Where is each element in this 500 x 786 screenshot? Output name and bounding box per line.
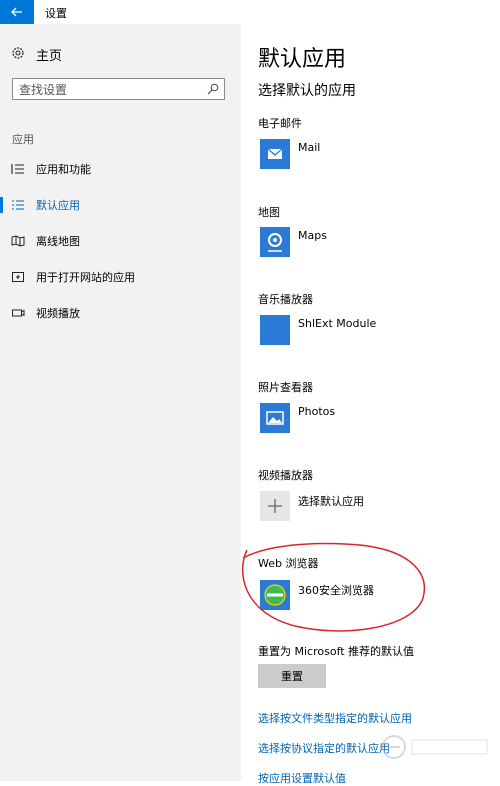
app-name: Mail [298, 141, 321, 154]
category-label-music: 音乐播放器 [258, 293, 313, 306]
map-icon [11, 235, 25, 247]
app-name: 选择默认应用 [298, 495, 364, 508]
default-app-photos[interactable]: Photos [258, 403, 488, 439]
sidebar-item-label: 视频播放 [36, 307, 80, 320]
video-icon [12, 309, 25, 317]
sidebar-item-label: 应用和功能 [36, 163, 91, 176]
default-app-maps[interactable]: Maps [258, 227, 488, 263]
watermark-logo [382, 735, 488, 759]
link-by-app[interactable]: 按应用设置默认值 [258, 770, 346, 786]
sidebar-item-label: 用于打开网站的应用 [36, 271, 135, 284]
shlext-app-icon [260, 315, 290, 345]
app-name: 360安全浏览器 [298, 584, 374, 597]
category-label-photos: 照片查看器 [258, 381, 313, 394]
window-title: 设置 [45, 7, 67, 20]
back-button[interactable] [0, 0, 34, 24]
app-name: Maps [298, 229, 327, 242]
search-input[interactable] [13, 80, 199, 100]
sidebar-item-apps-features[interactable]: 应用和功能 [0, 154, 241, 184]
sidebar-item-label: 离线地图 [36, 235, 80, 248]
default-app-music[interactable]: ShlExt Module [258, 315, 488, 351]
main-content: 默认应用 选择默认的应用 电子邮件 Mail 地图 Maps 音乐播放器 Shl… [241, 24, 500, 785]
arrow-left-icon [11, 7, 22, 17]
page-title: 默认应用 [258, 47, 347, 72]
sidebar-item-label: 默认应用 [36, 199, 80, 212]
search-icon[interactable] [207, 83, 219, 95]
page-subtitle: 选择默认的应用 [258, 83, 356, 99]
title-bar: 设置 [0, 0, 500, 24]
link-by-protocol[interactable]: 选择按协议指定的默认应用 [258, 740, 390, 756]
active-indicator [0, 197, 3, 213]
reset-label: 重置为 Microsoft 推荐的默认值 [258, 645, 415, 658]
default-app-video[interactable]: 选择默认应用 [258, 491, 488, 527]
section-label: 应用 [12, 133, 34, 146]
app-name: ShlExt Module [298, 317, 377, 330]
default-apps-icon [12, 200, 24, 210]
category-label-maps: 地图 [258, 206, 280, 219]
link-by-file-type[interactable]: 选择按文件类型指定的默认应用 [258, 710, 412, 726]
sidebar: 主页 应用 应用和功能 默认应用 离线地图 用于打开网站的应用 [0, 24, 241, 781]
category-label-email: 电子邮件 [258, 117, 302, 130]
app-name: Photos [298, 405, 336, 418]
list-icon [11, 164, 24, 174]
default-app-email[interactable]: Mail [258, 139, 488, 175]
sidebar-item-apps-for-websites[interactable]: 用于打开网站的应用 [0, 262, 241, 292]
sidebar-home[interactable]: 主页 [0, 36, 241, 72]
sidebar-item-default-apps[interactable]: 默认应用 [0, 190, 241, 220]
default-app-web-browser[interactable]: 360安全浏览器 [258, 580, 488, 616]
reset-button[interactable]: 重置 [258, 664, 326, 688]
sidebar-item-offline-maps[interactable]: 离线地图 [0, 226, 241, 256]
plus-icon [260, 491, 290, 521]
home-label: 主页 [36, 49, 63, 64]
maps-app-icon [260, 227, 290, 257]
mail-app-icon [260, 139, 290, 169]
sidebar-item-video-playback[interactable]: 视频播放 [0, 298, 241, 328]
photos-app-icon [260, 403, 290, 433]
open-window-icon [12, 272, 24, 282]
category-label-video: 视频播放器 [258, 469, 313, 482]
category-label-web-browser: Web 浏览器 [258, 557, 319, 570]
browser-360-icon [260, 580, 290, 610]
gear-icon [12, 47, 24, 59]
search-box[interactable] [12, 78, 225, 100]
